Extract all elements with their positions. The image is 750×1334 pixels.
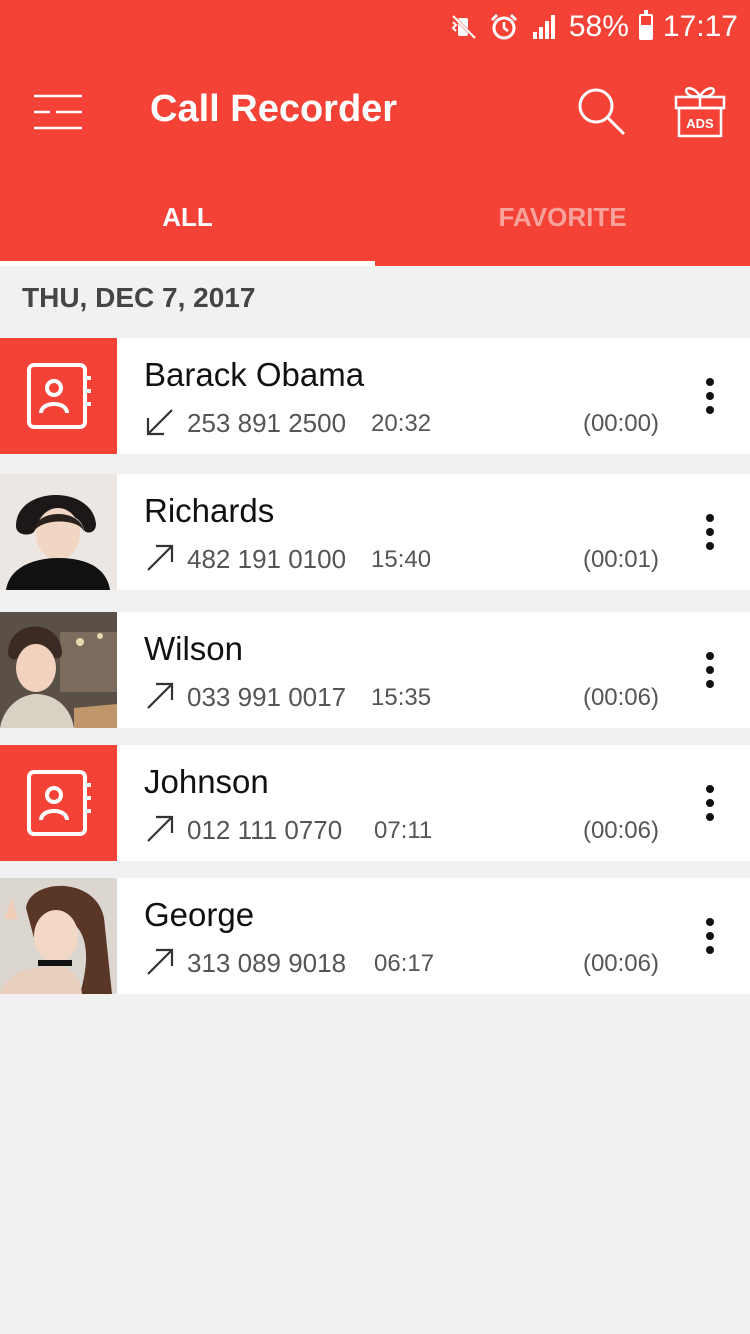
- tab-all[interactable]: ALL: [0, 168, 375, 266]
- call-row[interactable]: Johnson 012 111 0770 07:11 (00:06): [0, 745, 750, 861]
- signal-icon: [532, 15, 555, 39]
- contact-photo: [0, 474, 117, 590]
- call-duration: (00:01): [582, 546, 659, 573]
- status-bar: 58% 17:17: [0, 0, 750, 54]
- phone-number: 313 089 9018: [187, 948, 347, 978]
- more-vert-icon[interactable]: [696, 916, 724, 956]
- search-icon[interactable]: [574, 84, 628, 138]
- contact-book-icon: [27, 363, 91, 429]
- more-vert-icon[interactable]: [696, 376, 724, 416]
- call-time: 15:40: [371, 546, 432, 573]
- phone-number: 253 891 2500: [187, 408, 347, 438]
- outgoing-call-icon: [147, 682, 174, 709]
- more-vert-icon[interactable]: [696, 650, 724, 690]
- contact-name: George: [144, 896, 255, 933]
- ads-label: ADS: [686, 116, 714, 131]
- tab-favorite[interactable]: FAVORITE: [375, 168, 750, 266]
- outgoing-call-icon: [147, 544, 174, 571]
- battery-percent: 58%: [568, 10, 629, 43]
- battery-icon: [638, 10, 653, 40]
- phone-number: 012 111 0770: [187, 815, 343, 845]
- outgoing-call-icon: [147, 948, 174, 975]
- vibrate-mute-icon: [451, 14, 476, 40]
- call-duration: (00:06): [582, 817, 659, 844]
- app-bar: 58% 17:17 Call Recorder ADS ALL FAVORITE: [0, 0, 750, 266]
- phone-number: 033 991 0017: [187, 682, 347, 712]
- call-duration: (00:00): [582, 410, 659, 437]
- avatar: [0, 338, 117, 454]
- call-duration: (00:06): [582, 950, 659, 977]
- avatar-photo: [0, 612, 117, 728]
- alarm-icon: [490, 13, 517, 40]
- call-time: 20:32: [371, 410, 432, 437]
- more-vert-icon[interactable]: [696, 783, 724, 823]
- tab-bar: ALL FAVORITE: [0, 168, 750, 266]
- menu-icon[interactable]: [30, 90, 86, 134]
- contact-photo: [0, 878, 117, 994]
- more-vert-icon[interactable]: [696, 512, 724, 552]
- date-section-header: THU, DEC 7, 2017: [0, 266, 750, 338]
- gift-ads-icon[interactable]: ADS: [672, 80, 728, 140]
- call-time: 07:11: [374, 817, 433, 844]
- status-time: 17:17: [662, 10, 738, 43]
- contact-photo: [0, 612, 117, 728]
- call-row[interactable]: Barack Obama 253 891 2500 20:32 (00:00): [0, 338, 750, 454]
- avatar: [0, 745, 117, 861]
- contact-book-icon: [27, 770, 91, 836]
- call-duration: (00:06): [582, 684, 659, 711]
- call-row[interactable]: Richards 482 191 0100 15:40 (00:01): [0, 474, 750, 590]
- app-title: Call Recorder: [150, 88, 398, 130]
- incoming-call-icon: [146, 409, 173, 436]
- avatar-photo: [0, 878, 117, 994]
- contact-name: Johnson: [144, 763, 269, 800]
- outgoing-call-icon: [147, 815, 174, 842]
- contact-name: Wilson: [144, 630, 244, 667]
- call-time: 06:17: [374, 950, 435, 977]
- toolbar: Call Recorder ADS: [0, 64, 750, 160]
- date-label: THU, DEC 7, 2017: [22, 282, 256, 313]
- avatar-photo: [0, 474, 117, 590]
- phone-number: 482 191 0100: [187, 544, 347, 574]
- call-row[interactable]: Wilson 033 991 0017 15:35 (00:06): [0, 612, 750, 728]
- call-row[interactable]: George 313 089 9018 06:17 (00:06): [0, 878, 750, 994]
- contact-name: Richards: [144, 492, 275, 529]
- contact-name: Barack Obama: [144, 356, 365, 393]
- call-time: 15:35: [371, 684, 432, 711]
